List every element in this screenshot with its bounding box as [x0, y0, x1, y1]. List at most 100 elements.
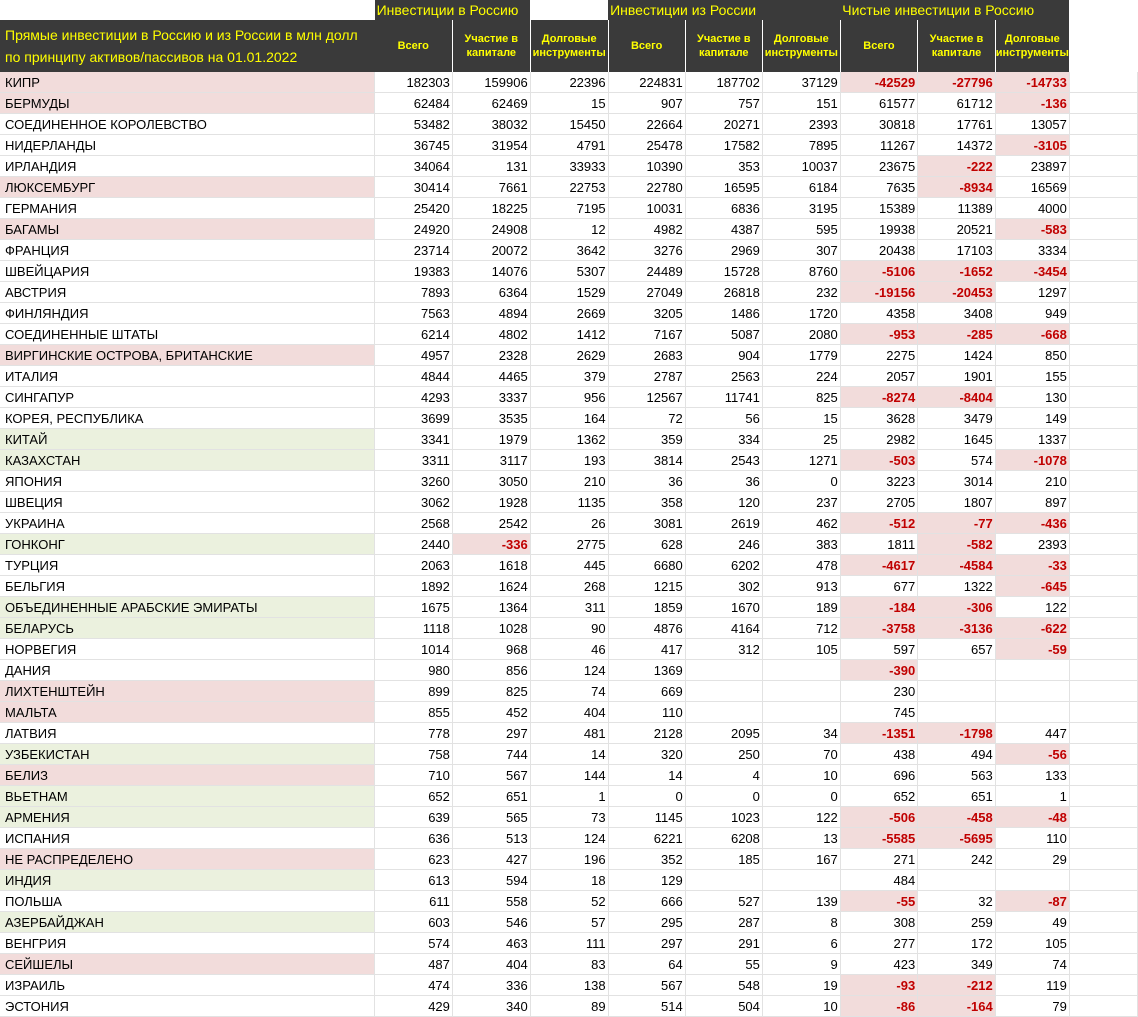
value-cell[interactable]: -506 — [840, 806, 919, 828]
value-cell[interactable]: 224 — [762, 365, 841, 387]
value-cell[interactable]: 5307 — [530, 260, 609, 282]
empty-cell[interactable] — [1069, 932, 1138, 954]
value-cell[interactable]: 636 — [374, 827, 453, 849]
empty-cell[interactable] — [1069, 218, 1138, 240]
value-cell[interactable]: 14076 — [452, 260, 531, 282]
value-cell[interactable]: 897 — [995, 491, 1070, 513]
value-cell[interactable]: 462 — [762, 512, 841, 534]
value-cell[interactable]: 379 — [530, 365, 609, 387]
value-cell[interactable]: 187702 — [685, 72, 763, 93]
empty-cell[interactable] — [1069, 197, 1138, 219]
value-cell[interactable]: 7563 — [374, 302, 453, 324]
value-cell[interactable]: 277 — [840, 932, 919, 954]
value-cell[interactable]: 949 — [995, 302, 1070, 324]
value-cell[interactable]: -668 — [995, 323, 1070, 345]
value-cell[interactable]: 1028 — [452, 617, 531, 639]
value-cell[interactable]: -285 — [917, 323, 996, 345]
value-cell[interactable]: 159906 — [452, 72, 531, 93]
value-cell[interactable]: -56 — [995, 743, 1070, 765]
value-cell[interactable]: -645 — [995, 575, 1070, 597]
value-cell[interactable]: 74 — [995, 953, 1070, 975]
value-cell[interactable]: 19 — [762, 974, 841, 996]
value-cell[interactable]: -86 — [840, 995, 919, 1017]
value-cell[interactable]: 3341 — [374, 428, 453, 450]
value-cell[interactable]: -222 — [917, 155, 996, 177]
country-name-cell[interactable]: НИДЕРЛАНДЫ — [0, 134, 376, 156]
value-cell[interactable]: 980 — [374, 659, 453, 681]
empty-cell[interactable] — [1069, 407, 1138, 429]
value-cell[interactable]: -1652 — [917, 260, 996, 282]
value-cell[interactable]: 22753 — [530, 176, 609, 198]
value-cell[interactable]: -3758 — [840, 617, 919, 639]
value-cell[interactable]: 404 — [530, 701, 609, 723]
value-cell[interactable]: 438 — [840, 743, 919, 765]
value-cell[interactable]: 452 — [452, 701, 531, 723]
value-cell[interactable]: 3205 — [608, 302, 686, 324]
value-cell[interactable]: 4293 — [374, 386, 453, 408]
country-name-cell[interactable]: ШВЕЙЦАРИЯ — [0, 260, 376, 282]
value-cell[interactable]: 287 — [685, 911, 763, 933]
value-cell[interactable]: 133 — [995, 764, 1070, 786]
value-cell[interactable]: 7661 — [452, 176, 531, 198]
country-name-cell[interactable]: ВЬЕТНАМ — [0, 785, 376, 807]
value-cell[interactable]: -4617 — [840, 554, 919, 576]
value-cell[interactable]: -4584 — [917, 554, 996, 576]
empty-cell[interactable] — [1069, 764, 1138, 786]
value-cell[interactable]: 155 — [995, 365, 1070, 387]
country-name-cell[interactable]: ЯПОНИЯ — [0, 470, 376, 492]
value-cell[interactable]: 120 — [685, 491, 763, 513]
value-cell[interactable] — [995, 701, 1070, 723]
value-cell[interactable]: 119 — [995, 974, 1070, 996]
value-cell[interactable]: 18 — [530, 869, 609, 891]
country-name-cell[interactable]: БЕЛЬГИЯ — [0, 575, 376, 597]
value-cell[interactable]: 259 — [917, 911, 996, 933]
value-cell[interactable]: 567 — [452, 764, 531, 786]
value-cell[interactable]: 232 — [762, 281, 841, 303]
value-cell[interactable]: 340 — [452, 995, 531, 1017]
value-cell[interactable]: 167 — [762, 848, 841, 870]
value-cell[interactable]: 3408 — [917, 302, 996, 324]
value-cell[interactable]: 55 — [685, 953, 763, 975]
value-cell[interactable]: 429 — [374, 995, 453, 1017]
value-cell[interactable]: 1529 — [530, 281, 609, 303]
value-cell[interactable]: 122 — [762, 806, 841, 828]
value-cell[interactable]: 513 — [452, 827, 531, 849]
value-cell[interactable]: -87 — [995, 890, 1070, 912]
value-cell[interactable]: 36 — [608, 470, 686, 492]
value-cell[interactable]: 182303 — [374, 72, 453, 93]
value-cell[interactable]: 447 — [995, 722, 1070, 744]
value-cell[interactable]: 595 — [762, 218, 841, 240]
value-cell[interactable]: 22396 — [530, 72, 609, 93]
value-cell[interactable]: 427 — [452, 848, 531, 870]
value-cell[interactable]: 151 — [762, 92, 841, 114]
value-cell[interactable]: 24920 — [374, 218, 453, 240]
value-cell[interactable]: 7167 — [608, 323, 686, 345]
value-cell[interactable]: 291 — [685, 932, 763, 954]
value-cell[interactable]: 8760 — [762, 260, 841, 282]
value-cell[interactable]: -8404 — [917, 386, 996, 408]
value-cell[interactable]: 10 — [762, 995, 841, 1017]
value-cell[interactable]: 1720 — [762, 302, 841, 324]
value-cell[interactable]: 36745 — [374, 134, 453, 156]
value-cell[interactable]: 17582 — [685, 134, 763, 156]
country-name-cell[interactable]: ГОНКОНГ — [0, 533, 376, 555]
value-cell[interactable]: 3334 — [995, 239, 1070, 261]
value-cell[interactable]: -14733 — [995, 72, 1070, 93]
value-cell[interactable]: 404 — [452, 953, 531, 975]
value-cell[interactable]: 129 — [608, 869, 686, 891]
empty-cell[interactable] — [1069, 575, 1138, 597]
value-cell[interactable]: 484 — [840, 869, 919, 891]
value-cell[interactable]: 445 — [530, 554, 609, 576]
country-name-cell[interactable]: КИПР — [0, 72, 376, 93]
value-cell[interactable]: 139 — [762, 890, 841, 912]
value-cell[interactable]: 4802 — [452, 323, 531, 345]
country-name-cell[interactable]: СЕЙШЕЛЫ — [0, 953, 376, 975]
value-cell[interactable]: 744 — [452, 743, 531, 765]
value-cell[interactable]: 302 — [685, 575, 763, 597]
value-cell[interactable]: 2543 — [685, 449, 763, 471]
value-cell[interactable]: 4 — [685, 764, 763, 786]
value-cell[interactable]: 3699 — [374, 407, 453, 429]
value-cell[interactable]: 79 — [995, 995, 1070, 1017]
value-cell[interactable]: 5087 — [685, 323, 763, 345]
value-cell[interactable]: 628 — [608, 533, 686, 555]
